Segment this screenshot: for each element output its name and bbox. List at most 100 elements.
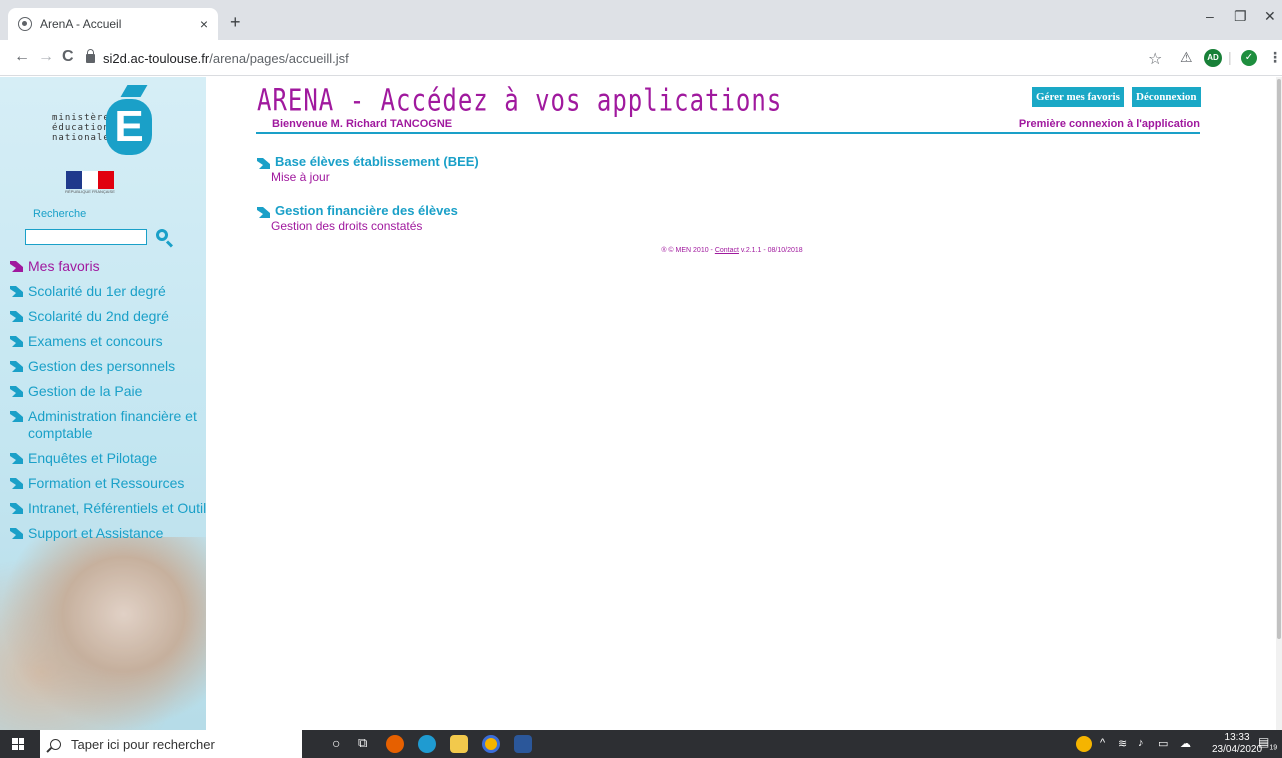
address-bar[interactable]: si2d.ac-toulouse.fr/arena/pages/accueill… bbox=[86, 45, 1146, 71]
browser-toolbar: ← → C si2d.ac-toulouse.fr/arena/pages/ac… bbox=[0, 40, 1282, 76]
contact-link[interactable]: Contact bbox=[715, 247, 739, 254]
cloud-icon[interactable]: ☁ bbox=[1180, 737, 1191, 750]
arrow-icon bbox=[10, 261, 23, 272]
section-finance-title[interactable]: Gestion financière des élèves bbox=[257, 203, 458, 218]
firefox-icon[interactable] bbox=[386, 735, 404, 753]
republic-text: RÉPUBLIQUE FRANÇAISE bbox=[65, 189, 115, 194]
sidebar-item-label: Gestion de la Paie bbox=[28, 383, 143, 399]
logout-button[interactable]: Déconnexion bbox=[1132, 87, 1201, 107]
arrow-icon bbox=[10, 361, 23, 372]
sidebar-item-10[interactable]: Support et Assistance bbox=[10, 525, 206, 542]
flag-white bbox=[82, 171, 98, 189]
sidebar-item-9[interactable]: Intranet, Référentiels et Outils bbox=[10, 500, 206, 517]
logo-accent bbox=[120, 85, 148, 97]
document-app-icon[interactable] bbox=[514, 735, 532, 753]
browser-tab[interactable]: ArenA - Accueil × bbox=[8, 8, 218, 40]
sidebar-item-label: Formation et Ressources bbox=[28, 475, 185, 491]
ministry-logo: ministère éducation nationale E bbox=[52, 85, 162, 155]
arrow-icon bbox=[10, 478, 23, 489]
notification-count: 19 bbox=[1269, 744, 1278, 752]
arrow-icon bbox=[10, 453, 23, 464]
sidebar-item-6[interactable]: Administration financière et comptable bbox=[10, 408, 206, 442]
new-tab-button[interactable]: + bbox=[230, 12, 241, 33]
scrollbar-thumb[interactable] bbox=[1277, 79, 1281, 639]
sidebar-item-label: Administration financière et comptable bbox=[28, 408, 197, 441]
profile-badge-icon[interactable]: AD bbox=[1204, 49, 1222, 67]
sidebar-item-7[interactable]: Enquêtes et Pilotage bbox=[10, 450, 206, 467]
minimize-button[interactable]: – bbox=[1206, 8, 1214, 24]
section-bee-title[interactable]: Base élèves établissement (BEE) bbox=[257, 154, 479, 169]
network-icon[interactable]: ▭ bbox=[1158, 737, 1168, 750]
sidebar-item-4[interactable]: Gestion des personnels bbox=[10, 358, 206, 375]
arrow-icon bbox=[10, 386, 23, 397]
sidebar-photo bbox=[0, 537, 206, 730]
sidebar-item-5[interactable]: Gestion de la Paie bbox=[10, 383, 206, 400]
tab-close-icon[interactable]: × bbox=[200, 16, 208, 32]
close-window-button[interactable]: ✕ bbox=[1264, 8, 1276, 25]
forward-button[interactable]: → bbox=[38, 48, 54, 66]
tab-title: ArenA - Accueil bbox=[40, 17, 122, 31]
url-host: si2d.ac-toulouse.fr bbox=[103, 50, 210, 66]
main-content: ARENA - Accédez à vos applications Bienv… bbox=[206, 77, 1282, 730]
chrome-icon[interactable] bbox=[482, 735, 500, 753]
manage-favorites-button[interactable]: Gérer mes favoris bbox=[1032, 87, 1124, 107]
page-scrollbar[interactable] bbox=[1276, 77, 1282, 730]
url-path: /arena/pages/accueill.jsf bbox=[209, 50, 349, 66]
section-bee: Base élèves établissement (BEE) Mise à j… bbox=[257, 154, 479, 184]
back-button[interactable]: ← bbox=[14, 48, 30, 66]
task-view-icon[interactable]: ⧉ bbox=[358, 735, 367, 751]
page-footer: ® © MEN 2010 - Contact v.2.1.1 - 08/10/2… bbox=[206, 247, 1258, 254]
page-title: ARENA - Accédez à vos applications bbox=[257, 83, 783, 118]
windows-start-icon[interactable] bbox=[12, 738, 24, 750]
sidebar-item-label: Examens et concours bbox=[28, 333, 163, 349]
search-icon bbox=[50, 738, 61, 750]
edge-icon[interactable] bbox=[418, 735, 436, 753]
wifi-icon[interactable]: ≋ bbox=[1118, 737, 1127, 750]
sidebar-item-8[interactable]: Formation et Ressources bbox=[10, 475, 206, 492]
footer-copyright: ® © MEN 2010 - bbox=[661, 247, 715, 254]
sidebar-item-2[interactable]: Scolarité du 2nd degré bbox=[10, 308, 206, 325]
shield-check-icon[interactable]: ✓ bbox=[1241, 50, 1257, 66]
sidebar-item-label: Support et Assistance bbox=[28, 525, 164, 541]
search-input[interactable] bbox=[25, 229, 147, 245]
toolbar-separator: | bbox=[1228, 49, 1232, 65]
volume-icon[interactable]: ♪ bbox=[1138, 737, 1144, 749]
arrow-icon bbox=[257, 206, 270, 218]
notification-icon[interactable]: ▤19 bbox=[1258, 735, 1277, 751]
taskbar-clock[interactable]: 13:33 23/04/2020 bbox=[1212, 732, 1262, 756]
ministry-logo-text: ministère éducation nationale bbox=[52, 113, 110, 143]
sidebar-item-label: Scolarité du 1er degré bbox=[28, 283, 166, 299]
help-icon[interactable] bbox=[1076, 736, 1092, 752]
header-divider bbox=[256, 132, 1200, 134]
sidebar: ministère éducation nationale E RÉPUBLIQ… bbox=[0, 77, 206, 730]
first-connection-link[interactable]: Première connexion à l'application bbox=[1019, 118, 1200, 130]
sidebar-item-favorites[interactable]: Mes favoris bbox=[10, 258, 206, 275]
arrow-icon bbox=[10, 311, 23, 322]
file-explorer-icon[interactable] bbox=[450, 735, 468, 753]
sidebar-item-3[interactable]: Examens et concours bbox=[10, 333, 206, 350]
section-bee-link[interactable]: Mise à jour bbox=[271, 170, 479, 184]
menu-dots-icon[interactable]: ⋮ bbox=[1268, 49, 1282, 66]
arrow-icon bbox=[10, 528, 23, 539]
section-finance-link[interactable]: Gestion des droits constatés bbox=[271, 219, 458, 233]
chevron-up-icon[interactable]: ^ bbox=[1100, 737, 1105, 749]
arrow-icon bbox=[10, 503, 23, 514]
sidebar-item-label: Intranet, Référentiels et Outils bbox=[28, 500, 206, 516]
browser-tab-bar: ArenA - Accueil × + – ❐ ✕ bbox=[0, 0, 1282, 40]
marianne-flag bbox=[66, 171, 114, 189]
sidebar-item-label: Enquêtes et Pilotage bbox=[28, 450, 158, 466]
arrow-icon bbox=[10, 411, 23, 422]
taskbar-search-placeholder: Taper ici pour rechercher bbox=[71, 736, 215, 752]
sidebar-item-1[interactable]: Scolarité du 1er degré bbox=[10, 283, 206, 300]
bookmark-star-icon[interactable]: ☆ bbox=[1148, 49, 1162, 69]
cortana-icon[interactable]: ○ bbox=[332, 735, 340, 751]
restore-button[interactable]: ❐ bbox=[1234, 8, 1247, 25]
sidebar-item-label: Mes favoris bbox=[28, 258, 100, 274]
arrow-icon bbox=[10, 286, 23, 297]
sidebar-item-label: Gestion des personnels bbox=[28, 358, 176, 374]
search-button[interactable] bbox=[154, 227, 174, 248]
welcome-text: Bienvenue M. Richard TANCOGNE bbox=[272, 118, 453, 130]
reload-button[interactable]: C bbox=[62, 48, 74, 66]
taskbar-search[interactable]: Taper ici pour rechercher bbox=[40, 730, 302, 758]
extension-icon[interactable]: ⚠ bbox=[1180, 49, 1193, 66]
